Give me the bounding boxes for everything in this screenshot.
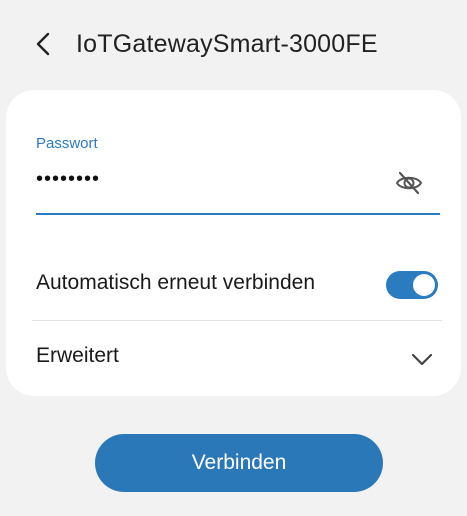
password-label: Passwort [36, 135, 98, 152]
settings-card: Passwort •••••••• Automatisch erneut ver… [6, 90, 461, 396]
chevron-down-icon [411, 353, 433, 366]
auto-reconnect-row[interactable]: Automatisch erneut verbinden [6, 255, 461, 315]
header: IoTGatewaySmart-3000FE [0, 0, 467, 90]
auto-reconnect-label: Automatisch erneut verbinden [36, 271, 315, 294]
auto-reconnect-switch[interactable] [386, 271, 438, 299]
password-field[interactable]: •••••••• [36, 168, 100, 191]
advanced-label: Erweitert [36, 344, 119, 367]
divider [32, 320, 442, 321]
toggle-password-visibility-button[interactable] [394, 168, 424, 198]
back-button[interactable] [28, 26, 60, 62]
expand-advanced-toggle[interactable] [409, 346, 435, 372]
switch-knob [413, 274, 435, 296]
chevron-left-icon [36, 32, 50, 56]
network-title: IoTGatewaySmart-3000FE [76, 30, 378, 58]
connect-button[interactable]: Verbinden [95, 434, 383, 492]
password-underline [36, 213, 440, 215]
eye-off-icon [395, 171, 423, 195]
advanced-row[interactable]: Erweitert [6, 330, 461, 386]
